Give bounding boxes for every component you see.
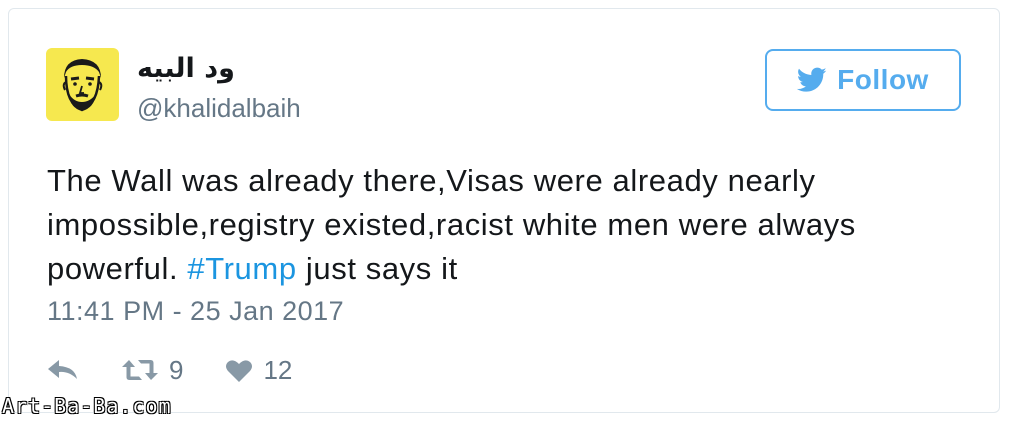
tweet-timestamp[interactable]: 11:41 PM - 25 Jan 2017	[47, 296, 344, 327]
watermark: Art-Ba-Ba.com	[2, 394, 172, 418]
author-handle[interactable]: @khalidalbaih	[137, 93, 301, 124]
tweet-text-line: impossible,registry existed,racist white…	[47, 207, 856, 242]
follow-button[interactable]: Follow	[765, 49, 961, 111]
retweet-count: 9	[169, 354, 184, 385]
tweet-text-segment: powerful.	[47, 251, 188, 286]
author-display-name[interactable]: ود البيه	[137, 53, 235, 84]
tweet-text-segment: just says it	[296, 251, 458, 286]
like-button[interactable]: 12	[225, 355, 292, 386]
retweet-icon	[122, 360, 158, 380]
avatar-face-icon	[62, 59, 103, 112]
hashtag-link[interactable]: #Trump	[187, 251, 296, 286]
heart-icon	[226, 359, 253, 382]
follow-button-label: Follow	[837, 64, 929, 95]
retweet-button[interactable]: 9	[121, 355, 183, 386]
like-count: 12	[263, 354, 293, 385]
tweet-text-line: The Wall was already there,Visas were al…	[47, 163, 816, 198]
tweet-actions: 9 12	[47, 352, 292, 388]
tweet-text: The Wall was already there,Visas were al…	[47, 159, 987, 291]
twitter-bird-icon	[797, 67, 827, 92]
tweet-text-line: powerful. #Trump just says it	[47, 247, 987, 291]
avatar[interactable]	[46, 48, 119, 121]
reply-icon	[48, 360, 77, 379]
tweet-card: ود البيه @khalidalbaih Follow The Wall w…	[8, 8, 1000, 413]
reply-button[interactable]	[47, 359, 79, 381]
